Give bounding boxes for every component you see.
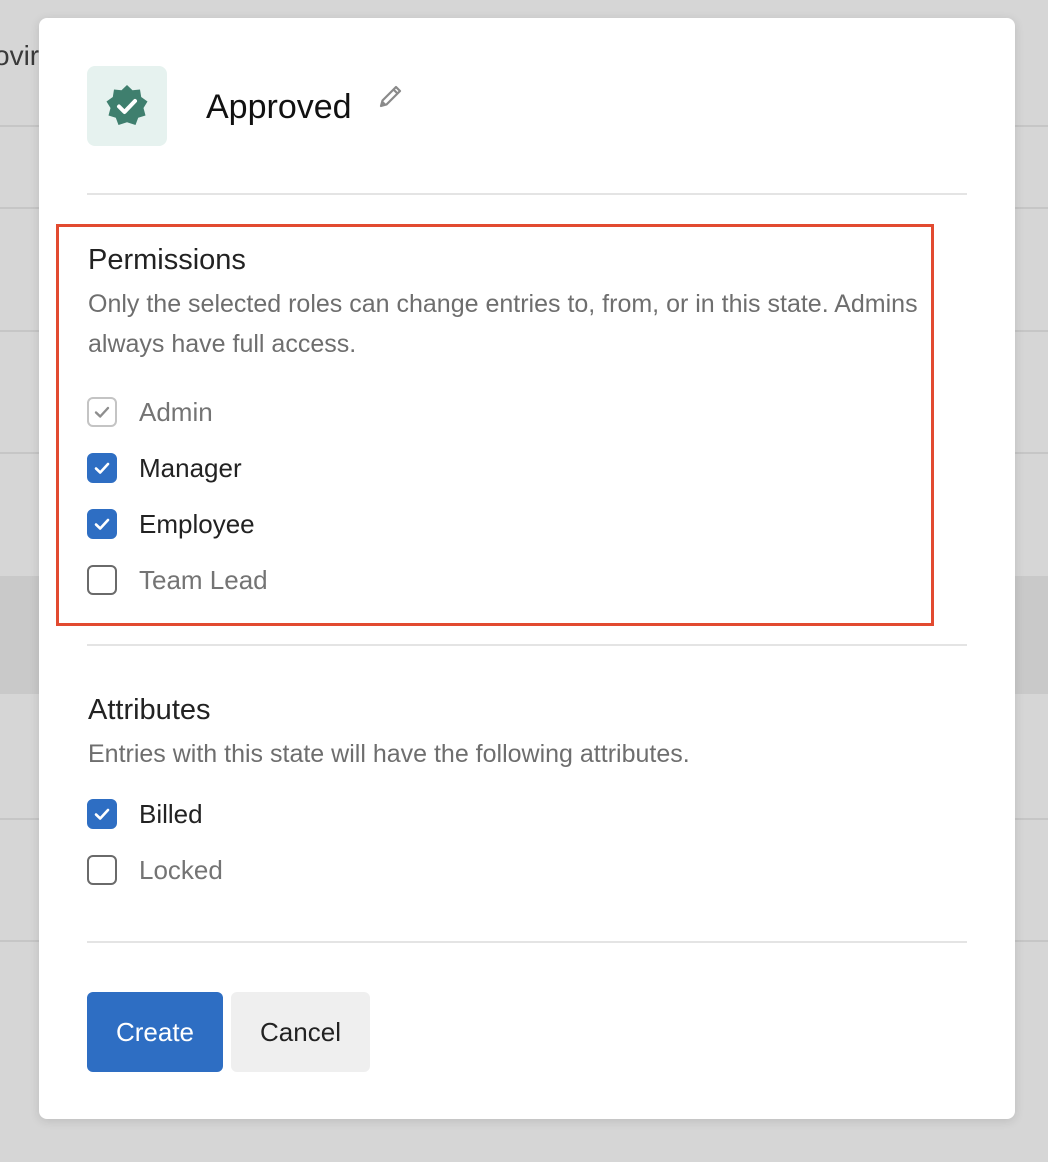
team-lead-checkbox[interactable] [87,565,117,595]
footer-divider [87,941,967,943]
billed-label: Billed [139,798,203,829]
attribute-option-locked[interactable]: Locked [87,850,223,890]
manager-checkbox[interactable] [87,453,117,483]
attributes-description: Entries with this state will have the fo… [88,740,690,768]
cancel-button[interactable]: Cancel [231,992,370,1072]
billed-checkbox[interactable] [87,799,117,829]
attribute-option-billed[interactable]: Billed [87,794,203,834]
check-icon [94,808,110,820]
permissions-title: Permissions [88,244,246,276]
role-option-team-lead[interactable]: Team Lead [87,560,268,600]
employee-label: Employee [139,508,255,539]
check-icon [94,462,110,474]
edit-state-modal: Approved Permissions Only the selected r… [39,18,1015,1119]
pencil-icon[interactable] [377,82,405,110]
manager-label: Manager [139,452,242,483]
role-option-admin[interactable]: Admin [87,392,213,432]
check-icon [94,518,110,530]
section-divider [87,644,967,646]
admin-checkbox[interactable] [87,397,117,427]
background-partial-text: ovir [0,40,40,71]
header-divider [87,193,967,195]
attributes-title: Attributes [88,694,211,726]
locked-label: Locked [139,854,223,885]
permissions-description: Only the selected roles can change entri… [88,290,918,358]
check-icon [94,406,110,418]
employee-checkbox[interactable] [87,509,117,539]
verified-badge-icon [106,85,148,125]
state-icon-tile [87,66,167,146]
role-option-manager[interactable]: Manager [87,448,242,488]
role-option-employee[interactable]: Employee [87,504,255,544]
state-name-title: Approved [206,88,352,126]
admin-label: Admin [139,396,213,427]
locked-checkbox[interactable] [87,855,117,885]
team-lead-label: Team Lead [139,564,268,595]
create-button[interactable]: Create [87,992,223,1072]
